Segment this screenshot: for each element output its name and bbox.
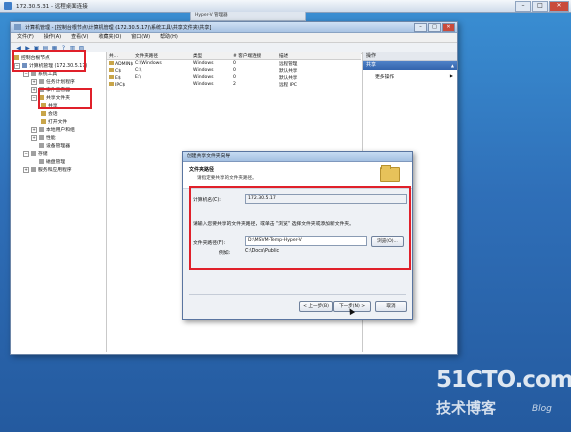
column-client-connections[interactable]: # 客户端连接 bbox=[233, 53, 261, 59]
clock-icon bbox=[39, 79, 44, 84]
folder-icon bbox=[41, 119, 46, 124]
back-button[interactable]: < 上一步(B) bbox=[299, 301, 333, 312]
mmc-app-icon bbox=[14, 24, 21, 30]
mmc-maximize-button[interactable]: □ bbox=[428, 23, 441, 32]
share-icon bbox=[109, 82, 114, 86]
folder-icon bbox=[41, 111, 46, 116]
menu-window[interactable]: 窗口(W) bbox=[131, 33, 150, 42]
folder-icon bbox=[380, 165, 400, 182]
wizard-title: 创建共享文件夹向导 bbox=[183, 152, 412, 162]
menu-file[interactable]: 文件(F) bbox=[17, 33, 34, 42]
tree-item-sessions[interactable]: 会话 bbox=[41, 110, 58, 117]
cancel-button[interactable]: 取消 bbox=[375, 301, 407, 312]
column-type[interactable]: 类型 bbox=[193, 53, 202, 59]
wizard-header: 文件夹路径 请指定要共享的文件夹路径。 bbox=[183, 162, 412, 189]
list-header: 共... 文件夹路径 类型 # 客户端连接 描述 bbox=[107, 52, 361, 60]
menu-bar: 文件(F) 操作(A) 查看(V) 收藏夹(O) 窗口(W) 帮助(H) bbox=[11, 33, 457, 43]
hyperv-window-tab[interactable]: Hyper-V 管理器 bbox=[190, 12, 306, 21]
minimize-button[interactable]: – bbox=[515, 1, 531, 12]
services-icon bbox=[31, 167, 36, 172]
highlight-wizard-fields bbox=[189, 186, 411, 270]
table-row[interactable]: E$ E:\ Windows 0 默认共享 bbox=[107, 74, 361, 81]
column-description[interactable]: 描述 bbox=[279, 53, 288, 59]
menu-help[interactable]: 帮助(H) bbox=[160, 33, 178, 42]
share-icon bbox=[109, 68, 114, 72]
expand-toggle-icon[interactable]: + bbox=[31, 78, 37, 85]
watermark-blog: Blog bbox=[532, 404, 552, 414]
share-icon bbox=[109, 75, 114, 79]
wizard-heading: 文件夹路径 bbox=[189, 167, 215, 173]
highlight-computer-node bbox=[12, 50, 86, 72]
wizard-divider bbox=[189, 294, 406, 295]
highlight-shared-folders bbox=[38, 88, 92, 109]
maximize-button[interactable]: □ bbox=[532, 1, 548, 12]
collapse-toggle-icon[interactable]: − bbox=[23, 150, 29, 157]
tree-item-open-files[interactable]: 打开文件 bbox=[41, 118, 67, 125]
tree-item-storage[interactable]: − 存储 bbox=[23, 150, 48, 157]
tree-item-performance[interactable]: + 性能 bbox=[31, 134, 56, 141]
device-icon bbox=[39, 143, 44, 148]
tree-item-device-manager[interactable]: 设备管理器 bbox=[39, 142, 70, 149]
expand-toggle-icon[interactable]: + bbox=[31, 86, 37, 93]
tree-item-disk-management[interactable]: 磁盘管理 bbox=[39, 158, 65, 165]
menu-favorites[interactable]: 收藏夹(O) bbox=[98, 33, 121, 42]
actions-header: 操作 bbox=[363, 52, 457, 61]
wizard-subheading: 请指定要共享的文件夹路径。 bbox=[197, 176, 257, 181]
perf-icon bbox=[39, 135, 44, 140]
close-button[interactable]: ✕ bbox=[549, 1, 569, 12]
watermark-subtitle: 技术博客 bbox=[436, 399, 497, 417]
remote-desktop-icon bbox=[4, 2, 12, 10]
expand-toggle-icon[interactable]: + bbox=[31, 126, 37, 133]
users-icon bbox=[39, 127, 44, 132]
column-folder-path[interactable]: 文件夹路径 bbox=[135, 53, 158, 59]
watermark-logo: 51CTO.com bbox=[436, 367, 571, 393]
expand-toggle-icon[interactable]: + bbox=[31, 134, 37, 141]
tree-item-local-users[interactable]: + 本地用户和组 bbox=[31, 126, 75, 133]
collapse-toggle-icon[interactable]: − bbox=[31, 94, 37, 101]
table-row[interactable]: C$ C:\ Windows 0 默认共享 bbox=[107, 67, 361, 74]
storage-icon bbox=[31, 151, 36, 156]
tree-item-services-apps[interactable]: + 服务和应用程序 bbox=[23, 166, 72, 173]
expand-toggle-icon[interactable]: + bbox=[23, 166, 29, 173]
menu-action[interactable]: 操作(A) bbox=[44, 33, 61, 42]
menu-view[interactable]: 查看(V) bbox=[71, 33, 88, 42]
tree-item-task-scheduler[interactable]: + 任务计划程序 bbox=[31, 78, 75, 85]
column-share-name[interactable]: 共... bbox=[109, 53, 118, 59]
more-actions-link[interactable]: 更多操作 bbox=[363, 70, 457, 80]
window-title: 计算机管理 - [控制台根节点\计算机管理 (172.30.5.17)\系统工具… bbox=[25, 25, 212, 31]
table-row[interactable]: IPC$ Windows 2 远程 IPC bbox=[107, 81, 361, 88]
mmc-minimize-button[interactable]: – bbox=[414, 23, 427, 32]
rdp-title: 172.30.5.31 - 远程桌面连接 bbox=[16, 4, 88, 10]
share-icon bbox=[109, 61, 114, 65]
mmc-close-button[interactable]: ✕ bbox=[442, 23, 455, 32]
actions-shares-group[interactable]: 共享 bbox=[363, 61, 457, 70]
disk-icon bbox=[39, 159, 44, 164]
table-row[interactable]: ADMIN$ C:\Windows Windows 0 远程管理 bbox=[107, 60, 361, 67]
